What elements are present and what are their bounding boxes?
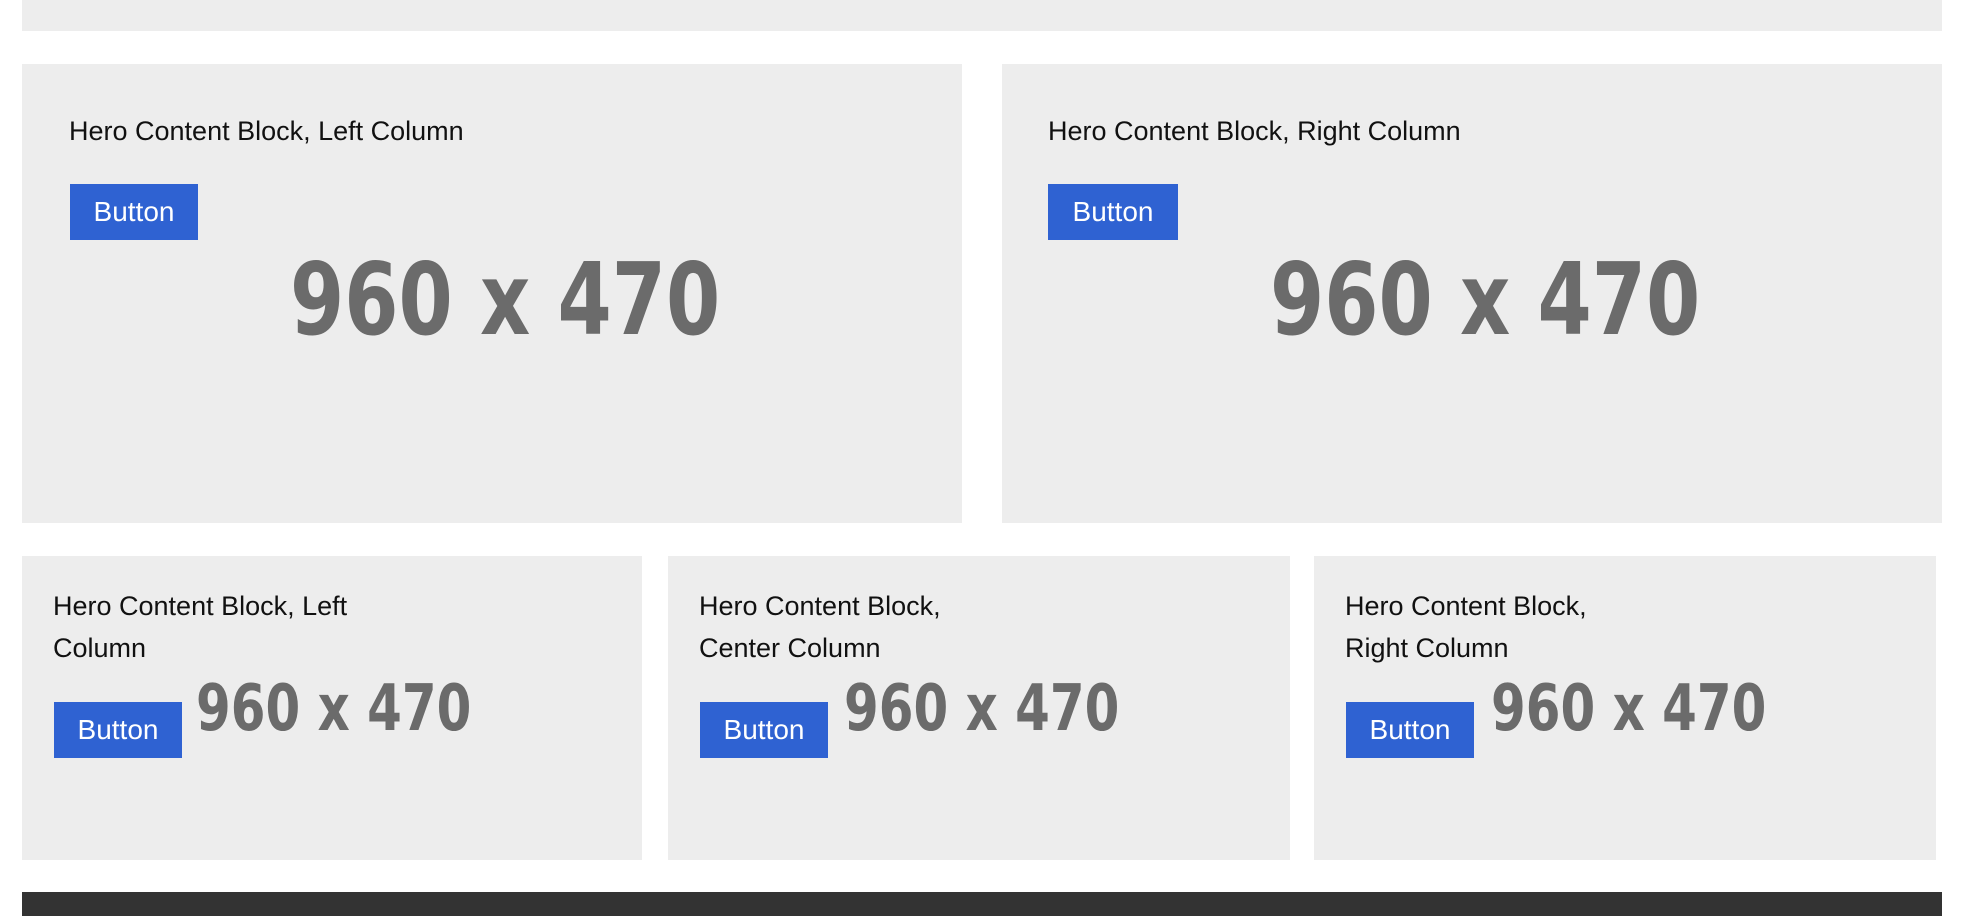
hero-block-button[interactable]: Button — [700, 702, 828, 758]
top-content-strip — [22, 0, 1942, 31]
image-placeholder: 960 x 470 — [196, 672, 472, 746]
hero-block-title: Hero Content Block, Center Column — [699, 591, 941, 663]
hero-block-title: Hero Content Block, Right Column — [1345, 591, 1587, 663]
hero-block-title: Hero Content Block, Right Column — [1048, 116, 1461, 146]
hero-block-two-col-left: Hero Content Block, Left Column Button 9… — [22, 64, 962, 523]
image-placeholder: 960 x 470 — [844, 672, 1120, 746]
hero-block-title: Hero Content Block, Left Column — [69, 116, 464, 146]
hero-block-button[interactable]: Button — [54, 702, 182, 758]
image-placeholder: 960 x 470 — [1270, 241, 1701, 358]
hero-block-three-col-right: Hero Content Block, Right Column Button … — [1314, 556, 1936, 860]
hero-block-button[interactable]: Button — [70, 184, 198, 240]
hero-block-two-col-right: Hero Content Block, Right Column Button … — [1002, 64, 1942, 523]
footer-bar — [22, 892, 1942, 916]
hero-block-button[interactable]: Button — [1346, 702, 1474, 758]
hero-block-button[interactable]: Button — [1048, 184, 1178, 240]
image-placeholder: 960 x 470 — [1491, 672, 1767, 746]
hero-block-title: Hero Content Block, Left Column — [53, 591, 348, 663]
image-placeholder: 960 x 470 — [290, 241, 721, 358]
hero-block-three-col-center: Hero Content Block, Center Column Button… — [668, 556, 1290, 860]
hero-block-three-col-left: Hero Content Block, Left Column Button 9… — [22, 556, 642, 860]
